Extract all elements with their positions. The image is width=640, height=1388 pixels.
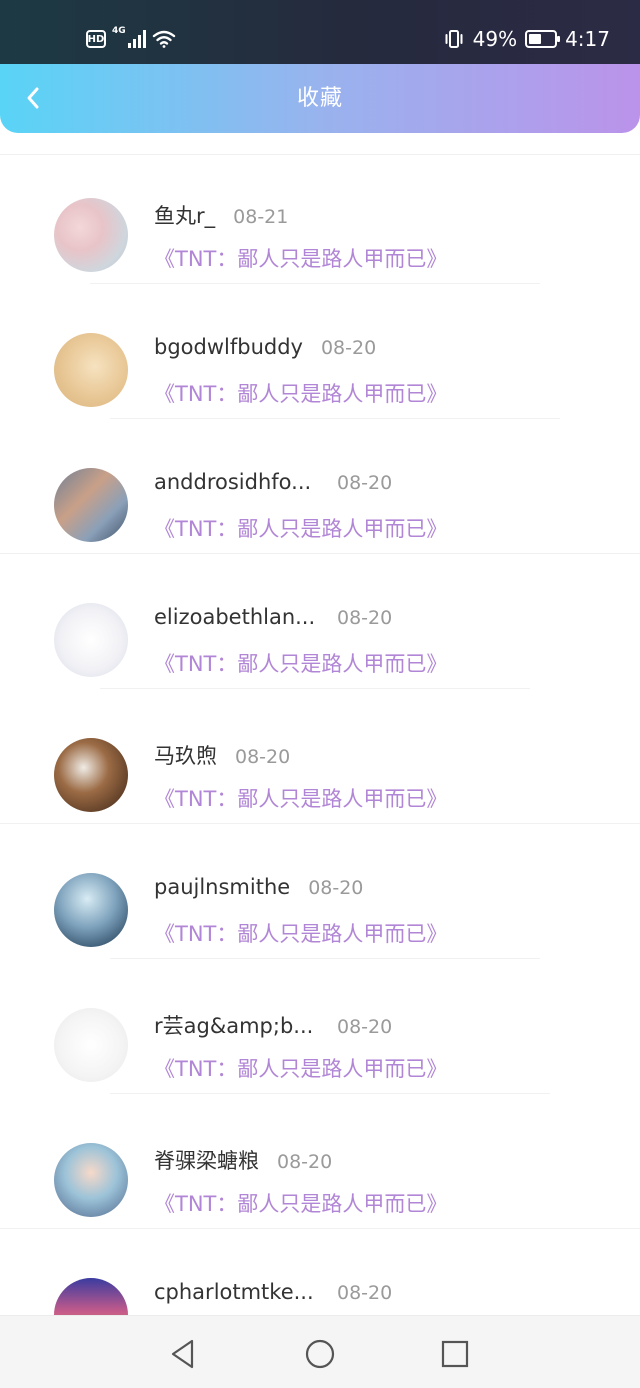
back-triangle-icon [171, 1339, 194, 1369]
nav-home-button[interactable] [300, 1334, 340, 1374]
user-avatar[interactable] [54, 198, 128, 272]
page-title: 收藏 [296, 86, 343, 111]
user-avatar[interactable] [54, 873, 128, 947]
vibrate-icon [443, 29, 465, 49]
status-bar: HD 4G 49% 4:17 [0, 0, 640, 64]
network-type-label: 4G [112, 26, 126, 36]
list-item[interactable]: cpharlotmtke... 08-20 [0, 1228, 640, 1315]
status-right-icons: 49% 4:17 [443, 24, 610, 54]
user-avatar[interactable] [54, 1143, 128, 1217]
favorite-date: 08-20 [320, 337, 377, 359]
list-item[interactable]: 脊骒梁螗粮 08-20 《TNT：鄙人只是路人甲而已》 [0, 1093, 640, 1228]
user-name: paujlnsmithe [154, 875, 291, 899]
user-avatar[interactable] [54, 468, 128, 542]
user-name: 鱼丸r_ [154, 204, 216, 228]
user-avatar[interactable] [54, 738, 128, 812]
item-header-row: paujlnsmithe 08-20 [154, 875, 363, 899]
book-title-link[interactable]: 《TNT：鄙人只是路人甲而已》 [154, 918, 447, 948]
user-avatar[interactable] [54, 1008, 128, 1082]
item-header-row: bgodwlfbuddy 08-20 [154, 335, 376, 359]
item-header-row: 鱼丸r_ 08-21 [154, 200, 288, 230]
user-name: r芸ag&amp;b... [154, 1014, 314, 1038]
favorite-date: 08-20 [277, 1151, 333, 1173]
clock: 4:17 [565, 27, 610, 51]
favorite-date: 08-20 [337, 1016, 393, 1038]
favorite-date: 08-21 [233, 206, 289, 228]
list-item[interactable]: bgodwlfbuddy 08-20 《TNT：鄙人只是路人甲而已》 [0, 283, 640, 418]
user-name: anddrosidhfo... [154, 470, 312, 494]
list-item[interactable]: r芸ag&amp;b... 08-20 《TNT：鄙人只是路人甲而已》 [0, 958, 640, 1093]
favorites-list[interactable]: 鱼丸r_ 08-21 《TNT：鄙人只是路人甲而已》 bgodwlfbuddy 08-2… [0, 148, 640, 1315]
list-item[interactable]: 鱼丸r_ 08-21 《TNT：鄙人只是路人甲而已》 [0, 148, 640, 283]
app-header: 收藏 [0, 64, 640, 133]
home-circle-icon [305, 1339, 335, 1369]
wifi-icon [152, 30, 176, 48]
signal-icon [127, 30, 146, 48]
battery-percent: 49% [472, 27, 518, 51]
book-title-link[interactable]: 《TNT：鄙人只是路人甲而已》 [154, 648, 447, 678]
book-title-link[interactable]: 《TNT：鄙人只是路人甲而已》 [154, 783, 447, 813]
user-avatar[interactable] [54, 333, 128, 407]
favorite-date: 08-20 [337, 607, 393, 629]
user-name: 脊骒梁螗粮 [154, 1149, 259, 1173]
favorite-date: 08-20 [337, 472, 393, 494]
nav-recents-button[interactable] [435, 1334, 475, 1374]
list-item[interactable]: paujlnsmithe 08-20 《TNT：鄙人只是路人甲而已》 [0, 823, 640, 958]
list-item[interactable]: anddrosidhfo... 08-20 《TNT：鄙人只是路人甲而已》 [0, 418, 640, 553]
user-name: elizoabethlan... [154, 605, 316, 629]
item-header-row: r芸ag&amp;b... 08-20 [154, 1010, 392, 1040]
battery-icon [525, 30, 561, 48]
status-left-icons: HD 4G [86, 24, 176, 54]
list-item[interactable]: 马玖煦 08-20 《TNT：鄙人只是路人甲而已》 [0, 688, 640, 823]
favorite-date: 08-20 [235, 746, 291, 768]
book-title-link[interactable]: 《TNT：鄙人只是路人甲而已》 [154, 1053, 447, 1083]
user-avatar[interactable] [54, 1278, 128, 1315]
user-name: bgodwlfbuddy [154, 335, 303, 359]
book-title-link[interactable]: 《TNT：鄙人只是路人甲而已》 [154, 243, 447, 273]
book-title-link[interactable]: 《TNT：鄙人只是路人甲而已》 [154, 513, 447, 543]
battery-level [529, 34, 542, 44]
book-title-link[interactable]: 《TNT：鄙人只是路人甲而已》 [154, 378, 447, 408]
system-nav-bar [0, 1315, 640, 1388]
nav-back-button[interactable] [163, 1334, 203, 1374]
book-title-link[interactable]: 《TNT：鄙人只是路人甲而已》 [154, 1188, 447, 1218]
list-item[interactable]: elizoabethlan... 08-20 《TNT：鄙人只是路人甲而已》 [0, 553, 640, 688]
user-name: 马玖煦 [154, 744, 217, 768]
hd-icon: HD [86, 30, 106, 48]
item-header-row: 马玖煦 08-20 [154, 740, 290, 770]
favorite-date: 08-20 [308, 877, 364, 899]
item-header-row: elizoabethlan... 08-20 [154, 605, 392, 629]
recents-square-icon [441, 1340, 469, 1368]
item-header-row: anddrosidhfo... 08-20 [154, 470, 392, 494]
item-header-row: cpharlotmtke... 08-20 [154, 1280, 392, 1304]
user-avatar[interactable] [54, 603, 128, 677]
user-name: cpharlotmtke... [154, 1280, 314, 1304]
favorite-date: 08-20 [337, 1282, 393, 1304]
item-header-row: 脊骒梁螗粮 08-20 [154, 1145, 332, 1175]
